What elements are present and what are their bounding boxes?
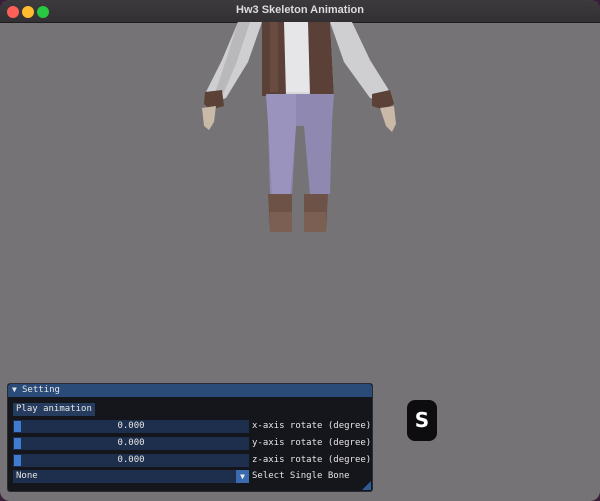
combo-value: None: [16, 471, 38, 481]
y-rotate-label: y-axis rotate (degree): [252, 438, 372, 448]
settings-panel: ▼ Setting Play animation 0.000 x-axis ro…: [7, 383, 373, 492]
bone-select-label: Select Single Bone: [252, 471, 350, 481]
bone-select-combo[interactable]: None ▼: [13, 470, 249, 483]
slider-value: 0.000: [117, 438, 145, 448]
title-bar[interactable]: Hw3 Skeleton Animation: [0, 0, 600, 23]
key-press-overlay: S: [407, 400, 437, 441]
z-rotate-label: z-axis rotate (degree): [252, 455, 372, 465]
play-animation-button[interactable]: Play animation: [13, 403, 95, 416]
panel-title: Setting: [22, 385, 60, 395]
slider-value: 0.000: [117, 455, 145, 465]
x-rotate-label: x-axis rotate (degree): [252, 421, 372, 431]
collapse-arrow-icon[interactable]: ▼: [12, 385, 17, 394]
app-window: Hw3 Skeleton Animation ▼ Setting Play an…: [0, 0, 600, 501]
z-rotate-slider[interactable]: 0.000: [13, 454, 249, 467]
x-rotate-slider[interactable]: 0.000: [13, 420, 249, 433]
slider-value: 0.000: [117, 421, 145, 431]
panel-header[interactable]: ▼ Setting: [8, 384, 372, 397]
y-rotate-slider[interactable]: 0.000: [13, 437, 249, 450]
chevron-down-icon[interactable]: ▼: [236, 470, 249, 483]
resize-grip[interactable]: [362, 481, 371, 490]
window-title: Hw3 Skeleton Animation: [236, 4, 364, 16]
